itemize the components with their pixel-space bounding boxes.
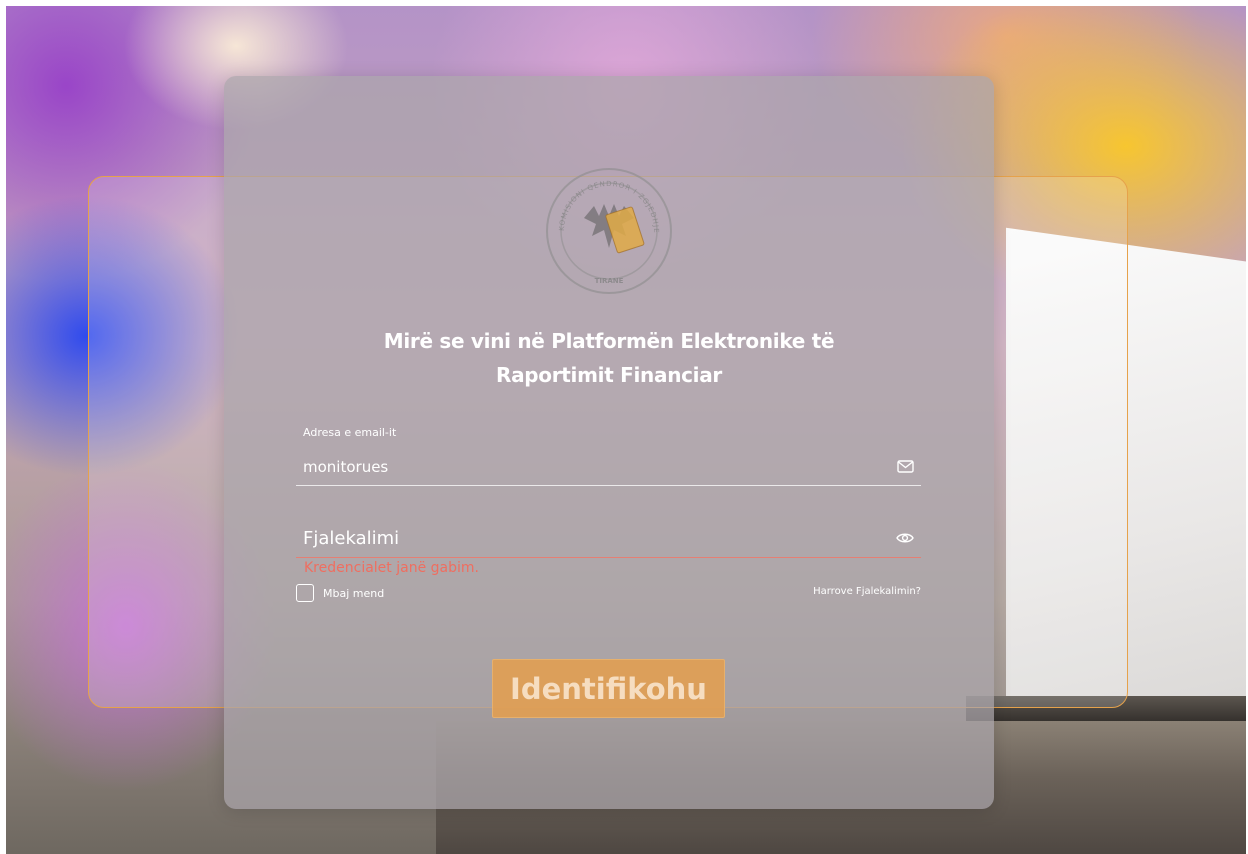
password-field[interactable] (296, 520, 921, 558)
remember-label: Mbaj mend (323, 586, 385, 600)
eye-icon[interactable] (896, 531, 914, 545)
remember-me[interactable]: Mbaj mend (296, 584, 384, 602)
mail-icon (897, 460, 914, 473)
title-line-2: Raportimit Financiar (495, 363, 722, 387)
title-line-1: Mirë se vini në Platformën Elektronike t… (383, 329, 835, 353)
remember-checkbox[interactable] (296, 584, 314, 602)
login-card: KOMISIONI QENDROR I ZGJEDHJEVE TIRANE Mi… (224, 76, 994, 809)
page-title: Mirë se vini në Platformën Elektronike t… (224, 324, 994, 392)
email-label: Adresa e email-it (303, 426, 397, 439)
error-message: Kredencialet janë gabim. (304, 560, 479, 576)
seal-bottom-text: TIRANE (595, 277, 624, 285)
login-button[interactable]: Identifikohu (492, 659, 725, 718)
forgot-password-link[interactable]: Harrove Fjalekalimin? (813, 586, 921, 597)
kqz-seal-logo: KOMISIONI QENDROR I ZGJEDHJEVE TIRANE (544, 166, 672, 294)
email-field[interactable] (296, 448, 921, 486)
background-frame: KOMISIONI QENDROR I ZGJEDHJEVE TIRANE Mi… (6, 6, 1246, 854)
